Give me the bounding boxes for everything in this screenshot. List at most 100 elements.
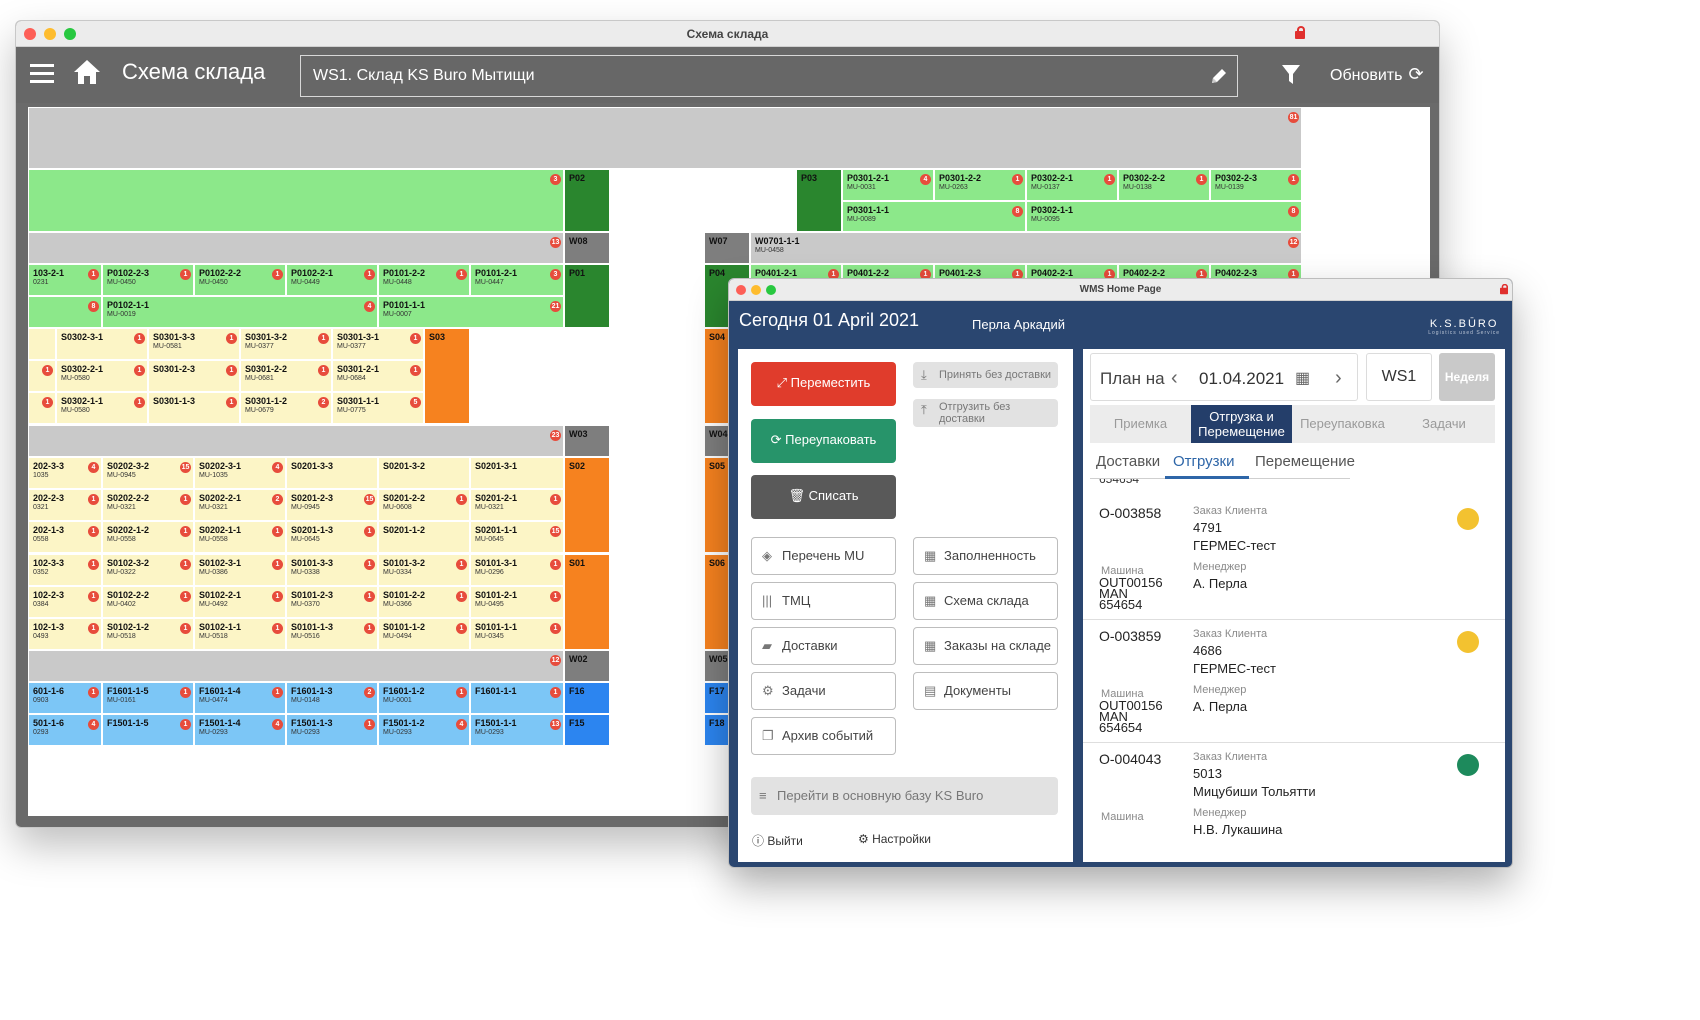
orders-button[interactable]: ▦ Заказы на складе: [913, 627, 1058, 665]
map-cell[interactable]: S0102-1-2 MU-0518 1: [102, 618, 194, 650]
fill-button[interactable]: ▦ Заполненность: [913, 537, 1058, 575]
next-date-button[interactable]: ›: [1335, 367, 1342, 390]
maximize-window-button[interactable]: [64, 28, 76, 40]
calendar-icon[interactable]: ▦: [1295, 368, 1310, 388]
map-cell[interactable]: S0102-3-1 MU-0386 1: [194, 554, 286, 586]
map-cell[interactable]: W02: [564, 650, 610, 682]
writeoff-button[interactable]: 🗑 Списать: [751, 475, 896, 519]
map-cell[interactable]: S01: [564, 554, 610, 650]
map-cell[interactable]: S0101-1-2 MU-0494 1: [378, 618, 470, 650]
map-cell[interactable]: P0302-2-3 MU-0139 1: [1210, 169, 1302, 201]
order-row[interactable]: O-003858 Заказ Клиента 4791 ГЕРМЕС-тест Маши…: [1083, 497, 1505, 620]
map-cell[interactable]: 3: [28, 169, 564, 232]
map-cell[interactable]: S0202-2-1 MU-0321 2: [194, 489, 286, 521]
map-cell[interactable]: S0201-1-2: [378, 521, 470, 553]
minimize-window-button[interactable]: [44, 28, 56, 40]
map-cell[interactable]: 102-1-3 0493 1: [28, 618, 102, 650]
map-cell[interactable]: S0202-2-2 MU-0321 1: [102, 489, 194, 521]
map-cell[interactable]: 601-1-6 0903 1: [28, 682, 102, 714]
home-icon[interactable]: [72, 58, 102, 86]
accept-without-delivery-button[interactable]: ⤓ Принять без доставки: [913, 362, 1058, 388]
map-cell[interactable]: P03: [796, 169, 842, 232]
refresh-button[interactable]: Обновить ⟳: [1330, 59, 1424, 91]
map-cell[interactable]: 202-2-3 0321 1: [28, 489, 102, 521]
map-cell[interactable]: S0101-2-2 MU-0366 1: [378, 586, 470, 618]
warehouse-selector[interactable]: WS1. Склад KS Buro Мытищи: [300, 55, 1238, 97]
map-cell[interactable]: P01: [564, 264, 610, 328]
map-cell[interactable]: F1501-1-5 1: [102, 714, 194, 746]
map-cell[interactable]: F1601-1-4 MU-0474 1: [194, 682, 286, 714]
map-cell[interactable]: F1601-1-5 MU-0161 1: [102, 682, 194, 714]
map-cell[interactable]: 8: [28, 296, 102, 328]
map-cell[interactable]: P02: [564, 169, 610, 232]
map-cell[interactable]: P0101-2-2 MU-0448 1: [378, 264, 470, 296]
warehouse-code[interactable]: WS1: [1366, 353, 1432, 401]
archive-button[interactable]: ❐ Архив событий: [751, 717, 896, 755]
goods-button[interactable]: ||| ТМЦ: [751, 582, 896, 620]
map-cell[interactable]: F1501-1-1 MU-0293 13: [470, 714, 564, 746]
map-cell[interactable]: S0202-1-1 MU-0558 1: [194, 521, 286, 553]
map-cell[interactable]: P0301-2-2 MU-0263 1: [934, 169, 1026, 201]
edit-icon[interactable]: [1209, 66, 1229, 86]
maximize-window-button[interactable]: [766, 285, 776, 295]
map-cell[interactable]: S02: [564, 457, 610, 553]
scheme-button[interactable]: ▦ Схема склада: [913, 582, 1058, 620]
map-cell[interactable]: 202-1-3 0558 1: [28, 521, 102, 553]
map-cell[interactable]: P0301-2-1 MU-0031 4: [842, 169, 934, 201]
map-cell[interactable]: 81: [28, 107, 1302, 169]
map-cell[interactable]: P0301-1-1 MU-0089 8: [842, 201, 1026, 232]
map-cell[interactable]: 13: [28, 232, 564, 264]
map-cell[interactable]: W0701-1-1 MU-0458 12: [750, 232, 1302, 264]
map-cell[interactable]: 23: [28, 425, 564, 457]
deliveries-button[interactable]: ▰ Доставки: [751, 627, 896, 665]
map-cell[interactable]: S0201-2-3 MU-0945 15: [286, 489, 378, 521]
map-cell[interactable]: S0201-3-3: [286, 457, 378, 489]
map-cell[interactable]: S0101-1-1 MU-0345 1: [470, 618, 564, 650]
map-cell[interactable]: W08: [564, 232, 610, 264]
plan-date[interactable]: 01.04.2021: [1199, 369, 1284, 389]
week-button[interactable]: Неделя: [1439, 353, 1495, 401]
map-cell[interactable]: P0102-2-2 MU-0450 1: [194, 264, 286, 296]
map-cell[interactable]: 1: [28, 360, 56, 392]
map-cell[interactable]: S0101-1-3 MU-0516 1: [286, 618, 378, 650]
map-cell[interactable]: 12: [28, 650, 564, 682]
map-cell[interactable]: S0102-3-2 MU-0322 1: [102, 554, 194, 586]
map-cell[interactable]: P0302-2-2 MU-0138 1: [1118, 169, 1210, 201]
map-cell[interactable]: P0101-2-1 MU-0447 3: [470, 264, 564, 296]
map-cell[interactable]: S0302-1-1 MU-0580 1: [56, 392, 148, 424]
map-cell[interactable]: S0301-3-3 MU-0581 1: [148, 328, 240, 360]
close-window-button[interactable]: [24, 28, 36, 40]
map-cell[interactable]: W07: [704, 232, 750, 264]
tab-repacking[interactable]: Переупаковка: [1292, 405, 1393, 443]
map-cell[interactable]: S0201-2-2 MU-0608 1: [378, 489, 470, 521]
prev-date-button[interactable]: ‹: [1171, 367, 1178, 390]
subtab-movement[interactable]: Перемещение: [1255, 453, 1355, 470]
move-button[interactable]: ⤢ Переместить: [751, 362, 896, 406]
main-base-button[interactable]: ≡ Перейти в основную базу KS Buro: [751, 777, 1058, 815]
filter-icon[interactable]: [1281, 64, 1301, 86]
tasks-button[interactable]: ⚙ Задачи: [751, 672, 896, 710]
map-cell[interactable]: P0302-2-1 MU-0137 1: [1026, 169, 1118, 201]
map-cell[interactable]: P0102-2-3 MU-0450 1: [102, 264, 194, 296]
map-cell[interactable]: S0102-1-1 MU-0518 1: [194, 618, 286, 650]
map-cell[interactable]: F1501-1-3 MU-0293 1: [286, 714, 378, 746]
map-cell[interactable]: P0302-1-1 MU-0095 8: [1026, 201, 1302, 232]
map-cell[interactable]: S0202-3-2 MU-0945 15: [102, 457, 194, 489]
map-cell[interactable]: S0302-2-1 MU-0580 1: [56, 360, 148, 392]
map-cell[interactable]: P0102-1-1 MU-0019 4: [102, 296, 378, 328]
documents-button[interactable]: ▤ Документы: [913, 672, 1058, 710]
minimize-window-button[interactable]: [751, 285, 761, 295]
ship-without-delivery-button[interactable]: ⤒ Отгрузить без доставки: [913, 399, 1058, 427]
map-cell[interactable]: [28, 328, 56, 360]
mu-list-button[interactable]: ◈ Перечень MU: [751, 537, 896, 575]
map-cell[interactable]: S0301-3-1 MU-0377 1: [332, 328, 424, 360]
map-cell[interactable]: P0102-2-1 MU-0449 1: [286, 264, 378, 296]
map-cell[interactable]: S0201-3-1: [470, 457, 564, 489]
close-window-button[interactable]: [736, 285, 746, 295]
map-cell[interactable]: S0301-1-3 1: [148, 392, 240, 424]
map-cell[interactable]: S0101-2-3 MU-0370 1: [286, 586, 378, 618]
order-row[interactable]: O-003859 Заказ Клиента 4686 ГЕРМЕС-тест Маши…: [1083, 620, 1505, 743]
map-cell[interactable]: S0201-1-3 MU-0645 1: [286, 521, 378, 553]
order-row[interactable]: O-004043 Заказ Клиента 5013 Мицубиши Тольят…: [1083, 743, 1505, 862]
map-cell[interactable]: S0301-2-3 1: [148, 360, 240, 392]
